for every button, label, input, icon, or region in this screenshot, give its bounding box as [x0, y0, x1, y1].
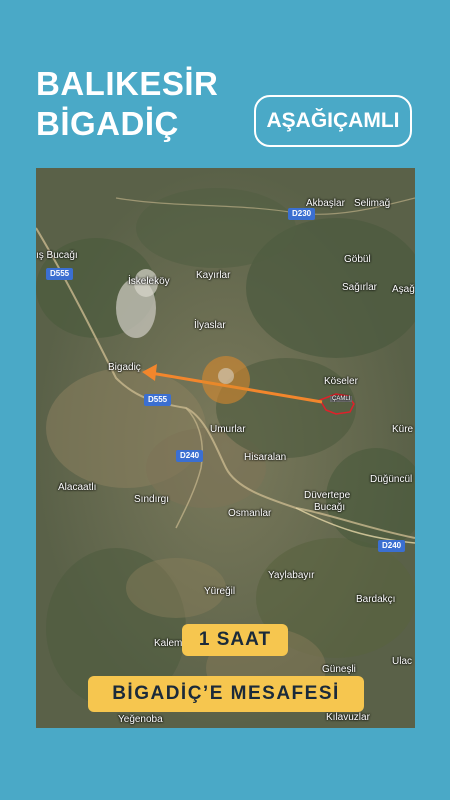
place-ulac: Ulac — [392, 656, 413, 667]
place-asag: Aşağ — [392, 284, 415, 295]
road-d230: D230 — [288, 208, 316, 220]
place-gobul: Göbül — [344, 254, 371, 265]
place-kayirlar: Kayırlar — [196, 270, 231, 281]
place-yuregil: Yüreğil — [204, 586, 236, 597]
place-duvertepe-2: Bucağı — [314, 502, 346, 513]
place-hisaralan: Hisaralan — [244, 452, 287, 463]
place-kilavuzlar: Kılavuzlar — [326, 712, 370, 723]
road-d555-south: D555 — [144, 394, 172, 406]
road-d240-west: D240 — [176, 450, 204, 462]
place-ilyaslar: İlyaslar — [194, 320, 226, 331]
place-sindirgi: Sındırgı — [134, 494, 170, 505]
place-bucagi-nw: ış Bucağı — [36, 250, 78, 261]
road-d240-east: D240 — [378, 540, 406, 552]
place-bardakci: Bardakçı — [356, 594, 396, 605]
distance-label: BİGADİÇ’E MESAFESİ — [88, 676, 364, 712]
title-province: BALIKESİR — [36, 65, 219, 102]
place-yegenoba: Yeğenoba — [118, 714, 163, 725]
place-gunesli: Güneşli — [322, 664, 356, 675]
place-umurlar: Umurlar — [210, 424, 246, 435]
page-title: BALIKESİR BİGADİÇ — [36, 64, 218, 144]
place-bigadic: Bigadiç — [108, 362, 141, 373]
place-selimag: Selimağ — [354, 198, 391, 209]
place-osmanlar: Osmanlar — [228, 508, 272, 519]
place-yaylabayir: Yaylabayır — [268, 570, 315, 581]
place-duvertepe: Düvertepe — [304, 490, 351, 501]
travel-time-label: 1 SAAT — [182, 624, 288, 656]
place-iskelekoy: İskeleköy — [128, 276, 170, 287]
title-district: BİGADİÇ — [36, 105, 179, 142]
place-koseler: Köseler — [324, 376, 358, 387]
place-kure: Küre — [392, 424, 414, 435]
place-alacaatli: Alacaatlı — [58, 482, 97, 493]
place-origin-tag: ÇAMLI — [330, 396, 353, 402]
place-sagirlar: Sağırlar — [342, 282, 378, 293]
road-d555-north: D555 — [46, 268, 74, 280]
village-badge: AŞAĞIÇAMLI — [254, 95, 412, 147]
place-duguncul: Düğüncül — [370, 474, 413, 485]
